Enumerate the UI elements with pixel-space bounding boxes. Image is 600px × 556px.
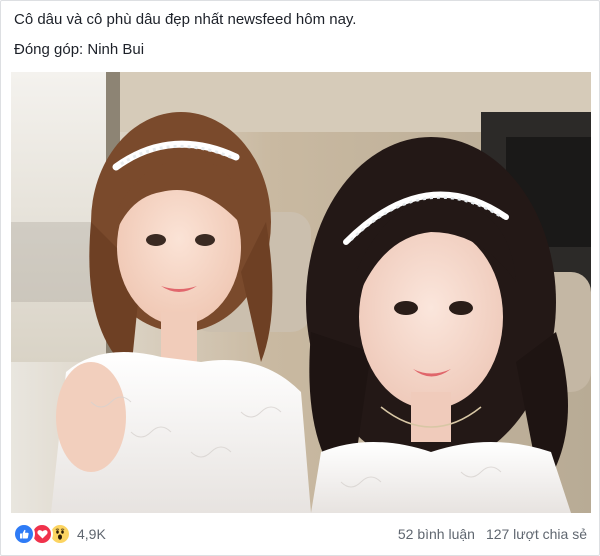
photo-illustration bbox=[11, 72, 591, 513]
shares-link[interactable]: 127 lượt chia sẻ bbox=[486, 523, 587, 545]
comments-link[interactable]: 52 bình luận bbox=[398, 523, 475, 545]
reactions-summary[interactable]: 4,9K bbox=[13, 523, 106, 545]
post-photo[interactable] bbox=[11, 72, 591, 513]
like-icon bbox=[13, 523, 35, 545]
engagement-stats: 52 bình luận 127 lượt chia sẻ bbox=[398, 523, 587, 545]
reaction-count: 4,9K bbox=[77, 526, 106, 542]
post-footer: 4,9K 52 bình luận 127 lượt chia sẻ bbox=[1, 519, 599, 551]
post-credit: Đóng góp: Ninh Bui bbox=[14, 41, 145, 58]
post-card: Cô dâu và cô phù dâu đẹp nhất newsfeed h… bbox=[0, 0, 600, 556]
post-caption: Cô dâu và cô phù dâu đẹp nhất newsfeed h… bbox=[14, 11, 357, 28]
